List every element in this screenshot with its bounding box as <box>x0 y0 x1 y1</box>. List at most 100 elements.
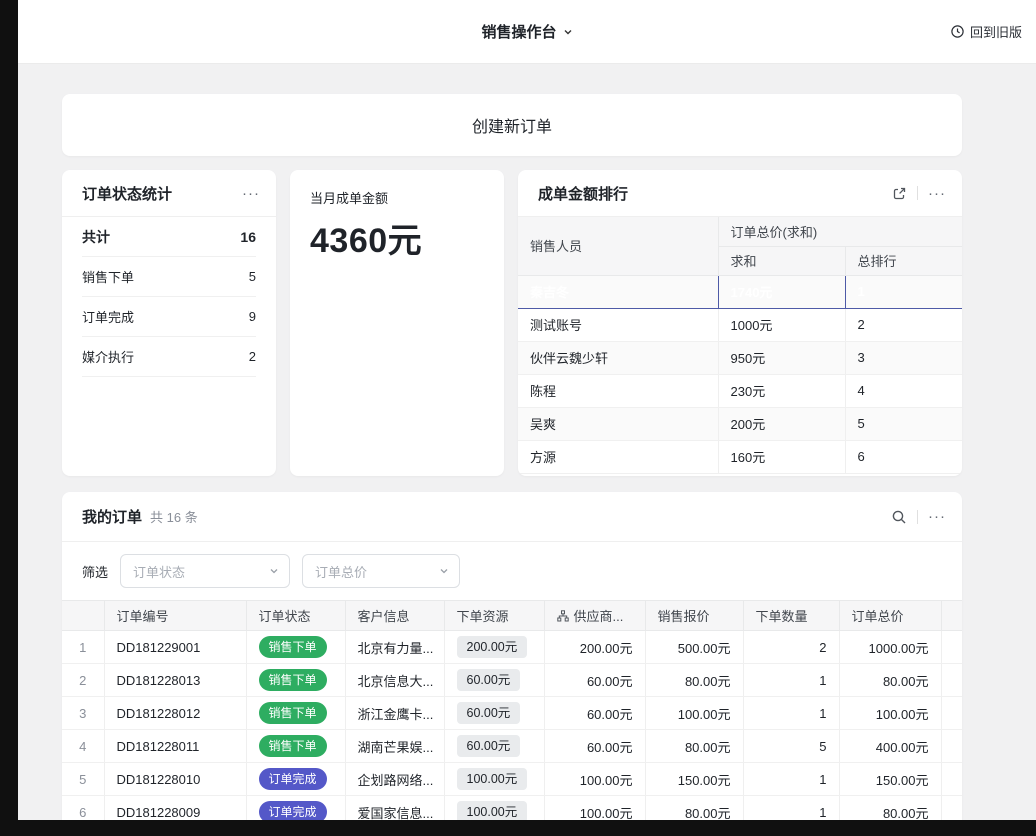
resource-tag: 100.00元 <box>457 801 528 820</box>
row-number: 5 <box>62 763 104 796</box>
status-badge: 销售下单 <box>259 636 327 658</box>
ranking-row[interactable]: 测试账号 1000元 2 <box>518 308 962 341</box>
customer-cell: 浙江金鹰卡... <box>345 697 444 730</box>
order-row[interactable]: 2 DD181228013 销售下单 北京信息大... 60.00元 60.00… <box>62 664 962 697</box>
back-to-old-version-link[interactable]: 回到旧版 <box>950 0 1022 63</box>
quote-cell: 80.00元 <box>645 730 743 763</box>
create-order-button[interactable]: 创建新订单 <box>62 94 962 156</box>
row-number: 6 <box>62 796 104 821</box>
app-window: 销售操作台 回到旧版 创建新订单 订单状态统计 ··· 共计 <box>18 0 1036 820</box>
rank-rank: 2 <box>845 308 962 341</box>
row-number: 2 <box>62 664 104 697</box>
extra-cell <box>941 763 962 796</box>
order-row[interactable]: 6 DD181228009 订单完成 爱国家信息... 100.00元 100.… <box>62 796 962 821</box>
rank-sum: 160元 <box>718 440 845 473</box>
status-label: 共计 <box>82 227 110 247</box>
customer-cell: 北京信息大... <box>345 664 444 697</box>
ranking-row[interactable]: 吴爽 200元 5 <box>518 407 962 440</box>
total-cell: 1000.00元 <box>839 631 941 664</box>
orders-count: 共 16 条 <box>150 507 198 526</box>
ranking-row[interactable]: 方源 160元 6 <box>518 440 962 473</box>
rank-name: 方源 <box>518 440 718 473</box>
rank-col-person: 销售人员 <box>518 217 718 275</box>
col-row-number <box>62 601 104 631</box>
rank-sum: 1740元 <box>718 275 845 308</box>
customer-cell: 爱国家信息... <box>345 796 444 821</box>
rank-sum: 950元 <box>718 341 845 374</box>
ranking-card-title: 成单金额排行 <box>538 183 628 204</box>
rank-col-total: 订单总价(求和) <box>718 217 962 246</box>
qty-cell: 1 <box>743 664 839 697</box>
col-extra <box>941 601 962 631</box>
rank-sum: 1000元 <box>718 308 845 341</box>
qty-cell: 1 <box>743 697 839 730</box>
ranking-row[interactable]: 秦吉冬 1740元 1 <box>518 275 962 308</box>
rank-name: 秦吉冬 <box>518 275 718 308</box>
filter-order-status-select[interactable]: 订单状态 <box>120 554 290 588</box>
order-status-card: 订单状态统计 ··· 共计 16 销售下单 5 订单完成 9 <box>62 170 276 476</box>
rank-col-sum: 求和 <box>718 246 845 275</box>
supplier-cell: 200.00元 <box>544 631 645 664</box>
more-icon[interactable]: ··· <box>928 186 946 201</box>
more-icon[interactable]: ··· <box>242 186 260 201</box>
status-value: 5 <box>249 269 256 284</box>
col-supplier: 供应商... <box>544 601 645 631</box>
qty-cell: 5 <box>743 730 839 763</box>
order-row[interactable]: 5 DD181228010 订单完成 企划路网络... 100.00元 100.… <box>62 763 962 796</box>
export-icon[interactable] <box>892 186 907 201</box>
extra-cell <box>941 631 962 664</box>
rank-name: 吴爽 <box>518 407 718 440</box>
rank-rank: 6 <box>845 440 962 473</box>
total-cell: 400.00元 <box>839 730 941 763</box>
chevron-down-icon <box>269 566 279 576</box>
divider <box>917 510 918 524</box>
rank-name: 伙伴云魏少轩 <box>518 341 718 374</box>
col-resource: 下单资源 <box>444 601 544 631</box>
status-value: 9 <box>249 309 256 324</box>
order-row[interactable]: 3 DD181228012 销售下单 浙江金鹰卡... 60.00元 60.00… <box>62 697 962 730</box>
status-row: 销售下单 5 <box>82 257 256 297</box>
qty-cell: 2 <box>743 631 839 664</box>
filter-placeholder: 订单总价 <box>315 562 367 581</box>
order-id: DD181228012 <box>104 697 246 730</box>
filter-order-total-select[interactable]: 订单总价 <box>302 554 460 588</box>
status-label: 订单完成 <box>82 307 134 326</box>
order-id: DD181228009 <box>104 796 246 821</box>
chevron-down-icon <box>563 27 573 37</box>
workspace-switcher[interactable]: 销售操作台 <box>481 21 572 42</box>
col-status: 订单状态 <box>246 601 345 631</box>
resource-tag: 60.00元 <box>457 669 521 691</box>
quote-cell: 100.00元 <box>645 697 743 730</box>
status-badge: 销售下单 <box>259 669 327 691</box>
ranking-row[interactable]: 伙伴云魏少轩 950元 3 <box>518 341 962 374</box>
page-title: 销售操作台 <box>481 21 556 42</box>
filter-bar: 筛选 订单状态 订单总价 <box>62 542 962 600</box>
total-cell: 150.00元 <box>839 763 941 796</box>
rank-col-rank: 总排行 <box>845 246 962 275</box>
supplier-cell: 100.00元 <box>544 763 645 796</box>
search-icon[interactable] <box>891 509 907 525</box>
order-id: DD181228010 <box>104 763 246 796</box>
extra-cell <box>941 730 962 763</box>
more-icon[interactable]: ··· <box>928 509 946 524</box>
resource-tag: 200.00元 <box>457 636 528 658</box>
customer-cell: 北京有力量... <box>345 631 444 664</box>
status-badge: 订单完成 <box>259 768 327 790</box>
ranking-row[interactable]: 陈程 230元 4 <box>518 374 962 407</box>
col-total: 订单总价 <box>839 601 941 631</box>
row-number: 4 <box>62 730 104 763</box>
qty-cell: 1 <box>743 763 839 796</box>
divider <box>917 186 918 200</box>
status-badge: 订单完成 <box>259 801 327 820</box>
my-orders-title: 我的订单 <box>82 506 142 527</box>
qty-cell: 1 <box>743 796 839 821</box>
order-row[interactable]: 4 DD181228011 销售下单 湖南芒果娱... 60.00元 60.00… <box>62 730 962 763</box>
supplier-cell: 60.00元 <box>544 664 645 697</box>
status-row-total: 共计 16 <box>82 217 256 257</box>
col-order-id: 订单编号 <box>104 601 246 631</box>
col-quote: 销售报价 <box>645 601 743 631</box>
total-cell: 80.00元 <box>839 796 941 821</box>
order-row[interactable]: 1 DD181229001 销售下单 北京有力量... 200.00元 200.… <box>62 631 962 664</box>
quote-cell: 150.00元 <box>645 763 743 796</box>
resource-tag: 60.00元 <box>457 735 521 757</box>
